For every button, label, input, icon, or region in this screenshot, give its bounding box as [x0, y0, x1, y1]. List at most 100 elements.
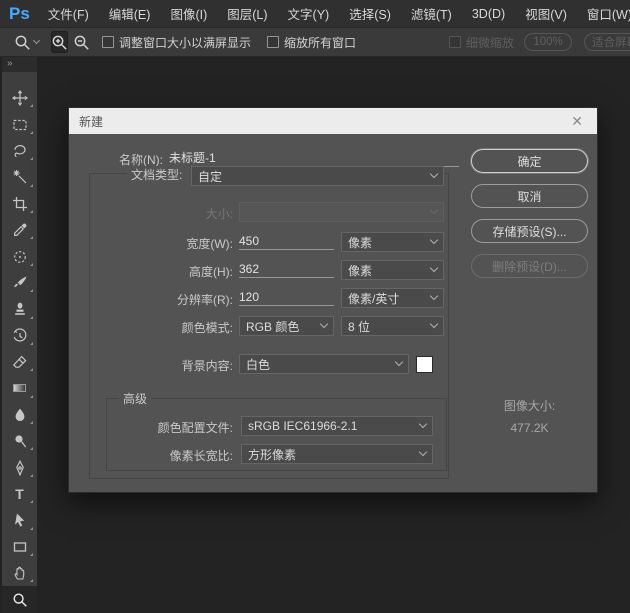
width-unit-select[interactable]: 像素 [341, 232, 444, 252]
image-size-info: 图像大小: 477.2K [471, 396, 588, 438]
image-size-value: 477.2K [471, 418, 588, 438]
gradient-tool-icon [13, 384, 26, 392]
resize-windows-checkbox[interactable]: 调整窗口大小以满屏显示 [102, 34, 251, 51]
zoom-tool-icon [14, 34, 31, 51]
doc-type-select[interactable]: 自定 [191, 166, 444, 186]
size-label: 大小: [89, 205, 233, 222]
doc-type-value: 自定 [198, 168, 431, 185]
hand-tool-icon [12, 565, 28, 581]
path-selection-tool-icon [12, 512, 28, 528]
blur-tool-icon [12, 407, 28, 423]
move-tool[interactable] [2, 85, 37, 111]
move-tool-icon [12, 90, 28, 106]
bit-depth-select[interactable]: 8 位 [341, 316, 444, 336]
zoom-tool[interactable] [2, 586, 37, 612]
background-color-swatch[interactable] [416, 356, 433, 373]
cancel-button[interactable]: 取消 [471, 184, 588, 208]
menu-item[interactable]: 滤镜(T) [401, 4, 462, 23]
lasso-tool-icon [12, 143, 28, 159]
eyedropper-tool[interactable] [2, 217, 37, 243]
eyedropper-tool-icon [12, 222, 28, 238]
hand-tool[interactable] [2, 560, 37, 586]
menu-item[interactable]: 选择(S) [339, 4, 401, 23]
height-input[interactable]: 362 [239, 261, 334, 278]
clone-stamp-tool-icon [12, 301, 28, 317]
chevron-down-icon [320, 320, 328, 328]
gradient-tool[interactable] [2, 375, 37, 401]
width-input[interactable]: 450 [239, 233, 334, 250]
history-brush-tool[interactable] [2, 323, 37, 349]
scrubby-zoom-label: 细微缩放 [466, 34, 514, 51]
width-label: 宽度(W): [89, 235, 233, 252]
delete-preset-button: 删除预设(D)... [471, 254, 588, 278]
zoom-all-windows-label: 缩放所有窗口 [284, 34, 356, 51]
photoshop-logo: Ps [0, 4, 38, 24]
toolbar-collapse-button[interactable]: » [2, 57, 37, 72]
rectangle-tool-icon [12, 539, 28, 555]
checkbox-icon [102, 36, 114, 48]
menu-item[interactable]: 图层(L) [217, 4, 277, 23]
type-tool[interactable]: T [2, 481, 37, 507]
menu-item[interactable]: 编辑(E) [99, 4, 161, 23]
healing-brush-tool[interactable] [2, 243, 37, 269]
lasso-tool[interactable] [2, 138, 37, 164]
pixel-aspect-select[interactable]: 方形像素 [241, 444, 433, 464]
healing-brush-tool-icon [12, 249, 28, 265]
type-tool-icon: T [15, 487, 24, 501]
zoom-in-button[interactable] [51, 31, 68, 53]
marquee-tool[interactable] [2, 111, 37, 137]
chevron-down-icon [430, 236, 438, 244]
background-select[interactable]: 白色 [239, 354, 409, 374]
magic-wand-tool[interactable] [2, 164, 37, 190]
brush-tool[interactable] [2, 270, 37, 296]
fit-screen-label: 适合屏幕 [592, 34, 630, 50]
chevron-down-icon [430, 320, 438, 328]
eraser-tool-icon [12, 354, 28, 370]
clone-stamp-tool[interactable] [2, 296, 37, 322]
color-profile-value: sRGB IEC61966-2.1 [248, 419, 420, 433]
name-input[interactable]: 未标题-1 [169, 150, 459, 167]
tool-preset-picker[interactable] [14, 34, 39, 51]
menu-item[interactable]: 窗口(W) [577, 4, 630, 23]
magic-wand-tool-icon [12, 169, 28, 185]
menu-item[interactable]: 文件(F) [38, 4, 99, 23]
resolution-input[interactable]: 120 [239, 289, 334, 306]
pen-tool[interactable] [2, 454, 37, 480]
toolbar: » T [2, 57, 37, 611]
menu-item[interactable]: 文字(Y) [278, 4, 340, 23]
resolution-label: 分辨率(R): [89, 291, 233, 308]
color-profile-select[interactable]: sRGB IEC61966-2.1 [241, 416, 433, 436]
zoom-out-button[interactable] [73, 31, 90, 53]
chevron-down-icon [419, 448, 427, 456]
save-preset-button[interactable]: 存储预设(S)... [471, 219, 588, 243]
ok-button[interactable]: 确定 [471, 149, 588, 173]
dodge-tool-icon [12, 433, 28, 449]
zoom-tool-icon [12, 592, 28, 608]
height-unit-select[interactable]: 像素 [341, 260, 444, 280]
color-mode-select[interactable]: RGB 颜色 [239, 316, 334, 336]
close-icon[interactable]: ✕ [567, 112, 587, 130]
crop-tool[interactable] [2, 191, 37, 217]
resize-windows-label: 调整窗口大小以满屏显示 [119, 34, 251, 51]
eraser-tool[interactable] [2, 349, 37, 375]
actual-pixels-label: 100% [533, 36, 562, 48]
blur-tool[interactable] [2, 402, 37, 428]
menu-item[interactable]: 视图(V) [515, 4, 577, 23]
pixel-aspect-label: 像素长宽比: [89, 447, 233, 464]
background-label: 背景内容: [89, 357, 233, 374]
menu-item[interactable]: 图像(I) [160, 4, 217, 23]
path-selection-tool[interactable] [2, 507, 37, 533]
bit-depth-value: 8 位 [348, 318, 431, 335]
color-profile-label: 颜色配置文件: [89, 419, 233, 436]
menu-item[interactable]: 3D(D) [462, 7, 515, 21]
chevron-down-icon [430, 170, 438, 178]
dodge-tool[interactable] [2, 428, 37, 454]
resolution-unit-select[interactable]: 像素/英寸 [341, 288, 444, 308]
dialog-titlebar[interactable]: 新建 ✕ [69, 108, 597, 134]
chevron-down-icon [430, 264, 438, 272]
size-select [239, 202, 444, 222]
zoom-all-windows-checkbox[interactable]: 缩放所有窗口 [267, 34, 356, 51]
rectangle-tool[interactable] [2, 534, 37, 560]
marquee-tool-icon [12, 117, 28, 133]
chevron-down-icon [419, 420, 427, 428]
